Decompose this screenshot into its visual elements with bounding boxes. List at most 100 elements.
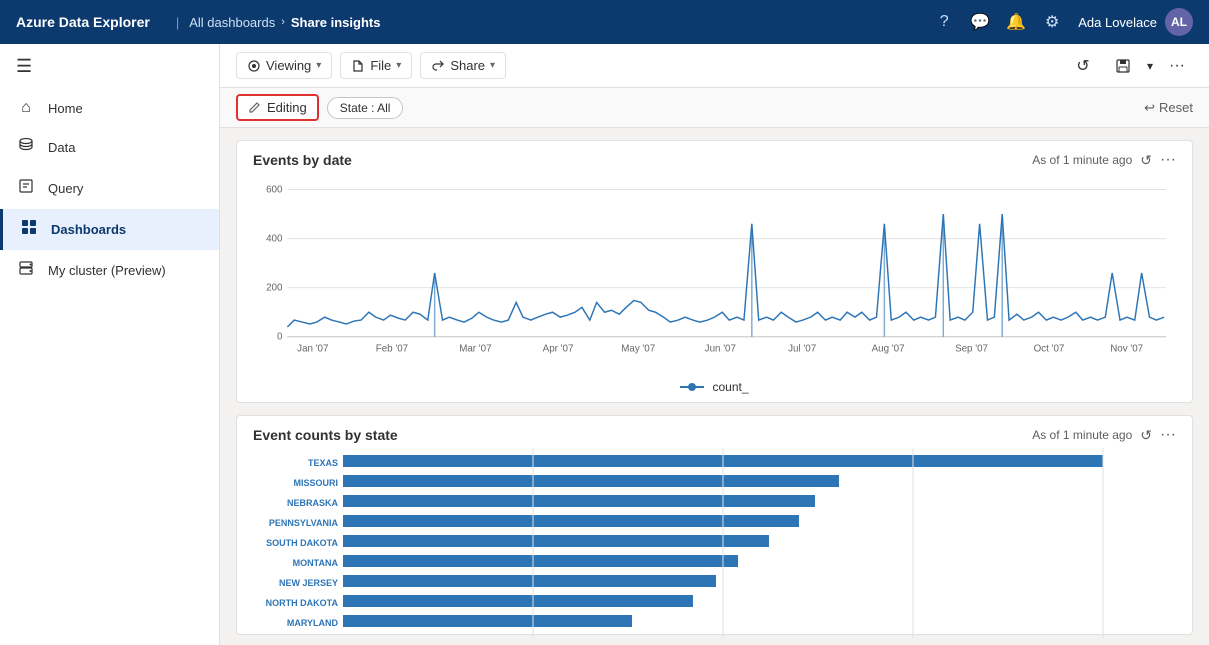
svg-text:SOUTH DAKOTA: SOUTH DAKOTA	[266, 538, 338, 548]
svg-text:MARYLAND: MARYLAND	[287, 618, 339, 628]
sidebar: ☰ ⌂ Home Data Query Dashboards	[0, 44, 220, 645]
user-profile[interactable]: Ada Lovelace AL	[1078, 8, 1193, 36]
help-icon[interactable]: ?	[934, 12, 954, 32]
events-by-date-chart: 600 400 200 0 Jan '07 Feb '07	[237, 173, 1192, 376]
chat-icon[interactable]: 💬	[970, 12, 990, 32]
breadcrumb: All dashboards › Share insights	[189, 15, 380, 30]
svg-text:Mar '07: Mar '07	[459, 344, 491, 355]
dashboard-panels: Events by date As of 1 minute ago ↺ ··· …	[220, 128, 1209, 645]
avatar: AL	[1165, 8, 1193, 36]
svg-text:Jun '07: Jun '07	[705, 344, 736, 355]
share-chevron: ▾	[490, 60, 495, 71]
event-counts-title: Event counts by state	[253, 427, 398, 443]
event-counts-more-icon[interactable]: ···	[1160, 426, 1176, 444]
svg-text:Jan '07: Jan '07	[297, 344, 328, 355]
event-counts-header: Event counts by state As of 1 minute ago…	[237, 416, 1192, 448]
editing-label: Editing	[267, 100, 307, 115]
sidebar-item-cluster[interactable]: My cluster (Preview)	[0, 250, 219, 291]
svg-text:NEBRASKA: NEBRASKA	[287, 498, 339, 508]
state-filter-label: State : All	[340, 101, 391, 115]
sidebar-item-data[interactable]: Data	[0, 127, 219, 168]
file-chevron: ▾	[396, 60, 401, 71]
user-name: Ada Lovelace	[1078, 15, 1157, 30]
top-navigation: Azure Data Explorer | All dashboards › S…	[0, 0, 1209, 44]
home-icon: ⌂	[16, 99, 36, 117]
dashboards-icon	[19, 219, 39, 240]
svg-text:NORTH DAKOTA: NORTH DAKOTA	[266, 598, 339, 608]
events-by-date-panel: Events by date As of 1 minute ago ↺ ··· …	[236, 140, 1193, 403]
event-counts-chart: TEXAS MISSOURI NEBRASKA PENNSYLVANIA SOU…	[237, 448, 1192, 645]
editing-box[interactable]: Editing	[236, 94, 319, 121]
svg-text:Jul '07: Jul '07	[788, 344, 816, 355]
event-counts-meta: As of 1 minute ago ↺ ···	[1032, 426, 1176, 444]
svg-text:MISSOURI: MISSOURI	[293, 478, 338, 488]
sidebar-item-query-label: Query	[48, 181, 83, 196]
viewing-chevron: ▾	[316, 60, 321, 71]
svg-text:200: 200	[266, 283, 283, 294]
breadcrumb-current: Share insights	[291, 15, 381, 30]
notification-icon[interactable]: 🔔	[1006, 12, 1026, 32]
app-brand: Azure Data Explorer	[16, 14, 150, 30]
reset-button[interactable]: ↩ Reset	[1144, 100, 1193, 116]
top-nav-right: ? 💬 🔔 ⚙ Ada Lovelace AL	[934, 8, 1193, 36]
hamburger-menu[interactable]: ☰	[0, 44, 219, 89]
viewing-button[interactable]: Viewing ▾	[236, 52, 332, 79]
filter-bar: Editing State : All ↩ Reset	[220, 88, 1209, 128]
events-by-date-meta: As of 1 minute ago ↺ ···	[1032, 151, 1176, 169]
nav-separator: |	[176, 15, 179, 30]
viewing-label: Viewing	[266, 58, 311, 73]
svg-text:MONTANA: MONTANA	[293, 558, 339, 568]
svg-text:NEW JERSEY: NEW JERSEY	[279, 578, 338, 588]
svg-text:Feb '07: Feb '07	[376, 344, 408, 355]
state-filter[interactable]: State : All	[327, 97, 404, 119]
sidebar-item-dashboards-label: Dashboards	[51, 222, 126, 237]
refresh-icon[interactable]: ↺	[1067, 50, 1099, 82]
reset-arrow-icon: ↩	[1144, 100, 1155, 116]
svg-text:Nov '07: Nov '07	[1110, 344, 1143, 355]
events-by-date-timestamp: As of 1 minute ago	[1032, 153, 1132, 167]
svg-text:TEXAS: TEXAS	[308, 458, 338, 468]
settings-icon[interactable]: ⚙	[1042, 12, 1062, 32]
legend-line-icon	[680, 386, 704, 388]
events-legend: count_	[237, 376, 1192, 402]
save-dropdown-chevron[interactable]: ▾	[1147, 59, 1153, 73]
sidebar-item-dashboards[interactable]: Dashboards	[0, 209, 219, 250]
save-icon[interactable]	[1107, 50, 1139, 82]
sidebar-item-cluster-label: My cluster (Preview)	[48, 263, 166, 278]
data-icon	[16, 137, 36, 158]
sidebar-item-query[interactable]: Query	[0, 168, 219, 209]
dashboard-toolbar: Viewing ▾ File ▾ Share ▾ ↺ ▾ ···	[220, 44, 1209, 88]
share-label: Share	[450, 58, 485, 73]
cluster-icon	[16, 260, 36, 281]
file-button[interactable]: File ▾	[340, 52, 412, 79]
svg-text:0: 0	[277, 332, 283, 343]
file-label: File	[370, 58, 391, 73]
sidebar-item-data-label: Data	[48, 140, 75, 155]
query-icon	[16, 178, 36, 199]
svg-text:PENNSYLVANIA: PENNSYLVANIA	[269, 518, 339, 528]
more-options-icon[interactable]: ···	[1161, 50, 1193, 82]
pencil-icon	[248, 101, 261, 114]
main-layout: ☰ ⌂ Home Data Query Dashboards	[0, 44, 1209, 645]
events-refresh-icon[interactable]: ↺	[1140, 152, 1152, 169]
events-by-date-header: Events by date As of 1 minute ago ↺ ···	[237, 141, 1192, 173]
breadcrumb-chevron: ›	[281, 16, 285, 28]
breadcrumb-parent[interactable]: All dashboards	[189, 15, 275, 30]
svg-text:May '07: May '07	[621, 344, 655, 355]
events-more-icon[interactable]: ···	[1160, 151, 1176, 169]
event-counts-panel: Event counts by state As of 1 minute ago…	[236, 415, 1193, 635]
legend-label: count_	[712, 380, 748, 394]
svg-text:Aug '07: Aug '07	[872, 344, 905, 355]
events-by-date-title: Events by date	[253, 152, 352, 168]
share-button[interactable]: Share ▾	[420, 52, 506, 79]
sidebar-item-home-label: Home	[48, 101, 83, 116]
svg-text:400: 400	[266, 234, 283, 245]
content-area: Viewing ▾ File ▾ Share ▾ ↺ ▾ ···	[220, 44, 1209, 645]
svg-text:Sep '07: Sep '07	[955, 344, 988, 355]
event-counts-refresh-icon[interactable]: ↺	[1140, 427, 1152, 444]
sidebar-item-home[interactable]: ⌂ Home	[0, 89, 219, 127]
reset-label: Reset	[1159, 100, 1193, 115]
event-counts-timestamp: As of 1 minute ago	[1032, 428, 1132, 442]
toolbar-right: ↺ ▾ ···	[1067, 50, 1193, 82]
svg-text:600: 600	[266, 184, 283, 195]
